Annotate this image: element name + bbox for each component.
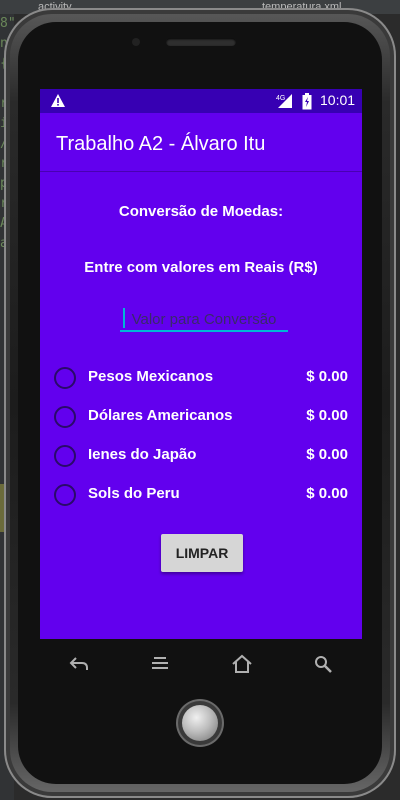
warning-icon: [51, 94, 65, 107]
back-icon[interactable]: [68, 654, 90, 674]
radio-button[interactable]: [54, 484, 76, 506]
option-label: Sols do Peru: [88, 485, 180, 502]
amount-input-wrapper: [120, 308, 288, 334]
app-title: Trabalho A2 - Álvaro Itu: [56, 133, 266, 155]
option-sols-peru[interactable]: Sols do Peru $ 0.00: [54, 484, 354, 508]
converter-heading: Conversão de Moedas:: [118, 203, 284, 220]
option-value: $ 0.00: [306, 407, 348, 424]
option-label: Pesos Mexicanos: [88, 368, 214, 385]
status-bar: 4G 10:01: [40, 89, 362, 113]
status-time: 10:01: [320, 92, 356, 108]
converter-subheading: Entre com valores em Reais (R$): [84, 259, 318, 276]
hardware-nav-bar: [40, 646, 362, 686]
app-bar: Trabalho A2 - Álvaro Itu: [40, 113, 362, 172]
option-label: Dólares Americanos: [88, 407, 233, 424]
amount-input[interactable]: [120, 308, 288, 332]
search-icon[interactable]: [313, 654, 333, 674]
option-value: $ 0.00: [306, 485, 348, 502]
option-value: $ 0.00: [306, 446, 348, 463]
option-pesos-mexicanos[interactable]: Pesos Mexicanos $ 0.00: [54, 367, 354, 391]
menu-icon[interactable]: [150, 654, 170, 674]
clear-button[interactable]: LIMPAR: [161, 534, 243, 572]
radio-button[interactable]: [54, 445, 76, 467]
option-dolares-americanos[interactable]: Dólares Americanos $ 0.00: [54, 406, 354, 430]
option-label: Ienes do Japão: [88, 446, 197, 463]
svg-text:4G: 4G: [276, 95, 285, 102]
device-screen: 4G 10:01 Trabalho A2 - Álvaro Itu Conver…: [40, 89, 362, 639]
radio-button[interactable]: [54, 367, 76, 389]
signal-icon: 4G: [276, 94, 292, 108]
battery-icon: [302, 93, 312, 110]
front-camera: [132, 38, 140, 46]
option-ienes-japao[interactable]: Ienes do Japão $ 0.00: [54, 445, 354, 469]
earpiece-speaker: [166, 38, 236, 46]
option-value: $ 0.00: [306, 368, 348, 385]
home-icon[interactable]: [231, 654, 253, 674]
radio-button[interactable]: [54, 406, 76, 428]
text-caret: [123, 308, 125, 328]
trackball-button[interactable]: [182, 705, 218, 741]
